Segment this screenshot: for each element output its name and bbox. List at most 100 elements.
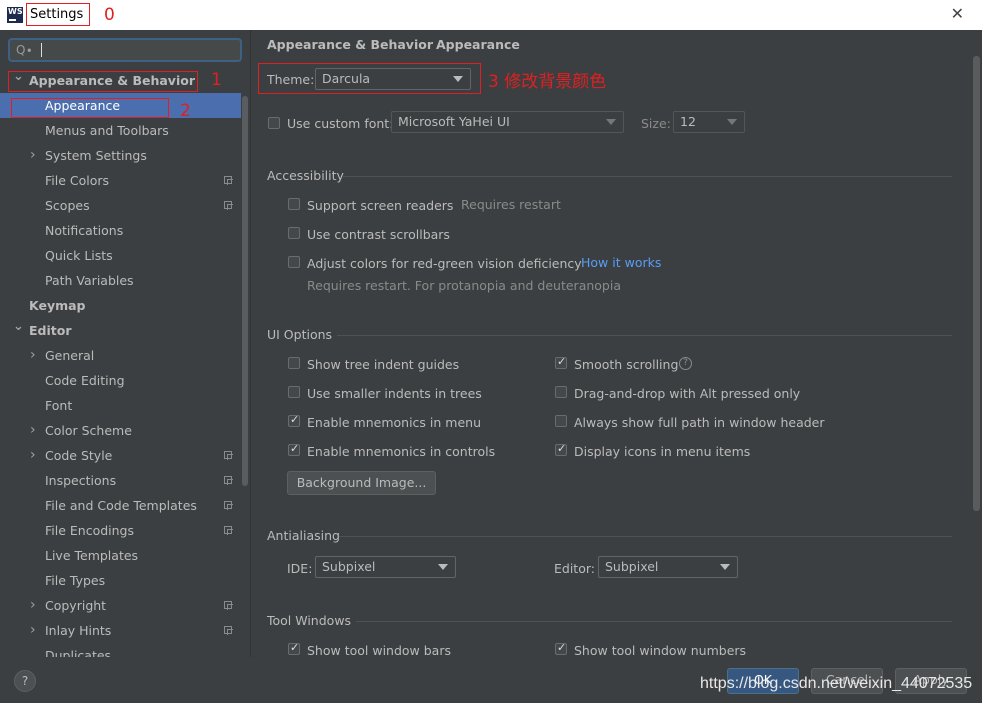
- theme-value: Darcula: [322, 71, 371, 86]
- ui-option-label: Always show full path in window header: [574, 415, 825, 430]
- chevron-right-icon[interactable]: ›: [30, 618, 36, 643]
- chevron-down-icon: [727, 119, 737, 125]
- ui-option-label: Display icons in menu items: [574, 444, 751, 459]
- ui-option-checkbox[interactable]: [555, 415, 567, 427]
- watermark: https://blog.csdn.net/weixin_44072535: [700, 675, 973, 692]
- ui-option-checkbox[interactable]: [288, 442, 300, 456]
- sidebar-item[interactable]: › General: [0, 343, 241, 368]
- sidebar-item-label: Keymap: [29, 298, 86, 313]
- sidebar-item[interactable]: › Color Scheme: [0, 418, 241, 443]
- sidebar-item-label: Code Style: [45, 448, 113, 463]
- custom-font-checkbox[interactable]: [268, 117, 280, 129]
- close-icon[interactable]: ✕: [951, 4, 964, 23]
- help-question-icon[interactable]: ?: [679, 357, 692, 370]
- project-scope-icon: [224, 626, 233, 635]
- settings-sidebar: Q∙ ⌄ Appearance & Behavior Appearance Menus…: [0, 30, 250, 663]
- annotation-label-0: 0: [104, 5, 115, 25]
- sidebar-item[interactable]: Inspections: [0, 468, 241, 493]
- editor-label: Editor:: [554, 561, 595, 576]
- editor-antialiasing-dropdown[interactable]: Subpixel: [598, 556, 738, 578]
- font-dropdown[interactable]: Microsoft YaHei UI: [391, 111, 624, 133]
- theme-label: Theme:: [267, 72, 315, 87]
- deficiency-note: Requires restart. For protanopia and deu…: [307, 278, 621, 293]
- color-deficiency-checkbox[interactable]: [288, 256, 300, 268]
- sidebar-item-label: Path Variables: [45, 273, 134, 288]
- sidebar-item[interactable]: File Encodings: [0, 518, 241, 543]
- sidebar-item[interactable]: ⌄ Editor: [0, 318, 241, 343]
- sidebar-item[interactable]: › Code Style: [0, 443, 241, 468]
- ui-options-header: UI Options: [267, 327, 333, 342]
- how-it-works-link[interactable]: How it works: [581, 255, 661, 270]
- ui-option-checkbox[interactable]: [288, 413, 300, 427]
- section-divider: [339, 536, 952, 537]
- annotation-box-0: [26, 3, 90, 26]
- section-divider: [356, 621, 952, 622]
- content-scrollbar[interactable]: [973, 56, 980, 511]
- sidebar-item[interactable]: File and Code Templates: [0, 493, 241, 518]
- sidebar-item[interactable]: File Types: [0, 568, 241, 593]
- screen-readers-checkbox[interactable]: [288, 198, 300, 210]
- sidebar-item[interactable]: File Colors: [0, 168, 241, 193]
- sidebar-item[interactable]: Keymap: [0, 293, 241, 318]
- sidebar-item[interactable]: Notifications: [0, 218, 241, 243]
- sidebar-item[interactable]: Quick Lists: [0, 243, 241, 268]
- sidebar-item[interactable]: Scopes: [0, 193, 241, 218]
- title-bar: WS Settings 0 ✕: [0, 0, 982, 30]
- ide-label: IDE:: [287, 561, 313, 576]
- ide-antialiasing-value: Subpixel: [322, 559, 376, 574]
- sidebar-item[interactable]: Live Templates: [0, 543, 241, 568]
- ide-antialiasing-dropdown[interactable]: Subpixel: [315, 556, 456, 578]
- contrast-scrollbars-label: Use contrast scrollbars: [307, 227, 450, 242]
- sidebar-scrollbar[interactable]: [242, 96, 248, 486]
- ui-option-checkbox[interactable]: [288, 357, 300, 369]
- chevron-right-icon[interactable]: ›: [30, 443, 36, 468]
- sidebar-item-label: Live Templates: [45, 548, 139, 563]
- font-size-dropdown[interactable]: 12: [673, 111, 745, 133]
- sidebar-item-label: Inspections: [45, 473, 117, 488]
- sidebar-item[interactable]: › System Settings: [0, 143, 241, 168]
- contrast-scrollbars-checkbox[interactable]: [288, 227, 300, 239]
- sidebar-item[interactable]: Path Variables: [0, 268, 241, 293]
- chevron-right-icon[interactable]: ›: [30, 343, 36, 368]
- sidebar-item-label: Menus and Toolbars: [45, 123, 169, 138]
- custom-font-label: Use custom font:: [287, 116, 394, 131]
- chevron-right-icon[interactable]: ›: [30, 593, 36, 618]
- theme-dropdown[interactable]: Darcula: [315, 68, 471, 90]
- ui-option-label: Use smaller indents in trees: [307, 386, 482, 401]
- project-scope-icon: [224, 601, 233, 610]
- ui-option-checkbox[interactable]: [555, 386, 567, 398]
- sidebar-item[interactable]: Font: [0, 393, 241, 418]
- chevron-down-icon: [453, 76, 463, 82]
- help-button[interactable]: ?: [14, 670, 36, 692]
- background-image-button[interactable]: Background Image...: [287, 471, 436, 495]
- sidebar-item-label: Notifications: [45, 223, 124, 238]
- ui-option-checkbox[interactable]: [288, 386, 300, 398]
- chevron-down-icon[interactable]: ⌄: [13, 314, 24, 339]
- chevron-right-icon[interactable]: ›: [30, 143, 36, 168]
- breadcrumb-current: Appearance: [436, 37, 520, 52]
- sidebar-item-label: Editor: [29, 323, 72, 338]
- font-value: Microsoft YaHei UI: [398, 114, 510, 129]
- annotation-label-3: 3 修改背景颜色: [488, 72, 607, 92]
- search-input[interactable]: Q∙: [8, 38, 242, 62]
- sidebar-item[interactable]: Code Editing: [0, 368, 241, 393]
- section-divider: [337, 335, 952, 336]
- editor-antialiasing-value: Subpixel: [605, 559, 659, 574]
- sidebar-item-label: Scopes: [45, 198, 90, 213]
- annotation-box-2: [11, 98, 169, 118]
- ui-option-checkbox[interactable]: [555, 442, 567, 456]
- show-tool-window-bars-checkbox[interactable]: [288, 641, 300, 655]
- sidebar-item[interactable]: › Inlay Hints: [0, 618, 241, 643]
- breadcrumb-parent[interactable]: Appearance & Behavior: [267, 37, 433, 52]
- sidebar-item[interactable]: › Copyright: [0, 593, 241, 618]
- ui-option-checkbox[interactable]: [555, 355, 567, 369]
- show-tool-window-numbers-checkbox[interactable]: [555, 641, 567, 655]
- sidebar-item-label: Font: [45, 398, 73, 413]
- tool-windows-header: Tool Windows: [267, 613, 352, 628]
- sidebar-item-label: File Types: [45, 573, 106, 588]
- chevron-right-icon[interactable]: ›: [30, 418, 36, 443]
- sidebar-item-label: System Settings: [45, 148, 147, 163]
- search-icon: Q∙: [16, 43, 33, 57]
- sidebar-item[interactable]: Menus and Toolbars: [0, 118, 241, 143]
- annotation-box-1: [8, 71, 198, 92]
